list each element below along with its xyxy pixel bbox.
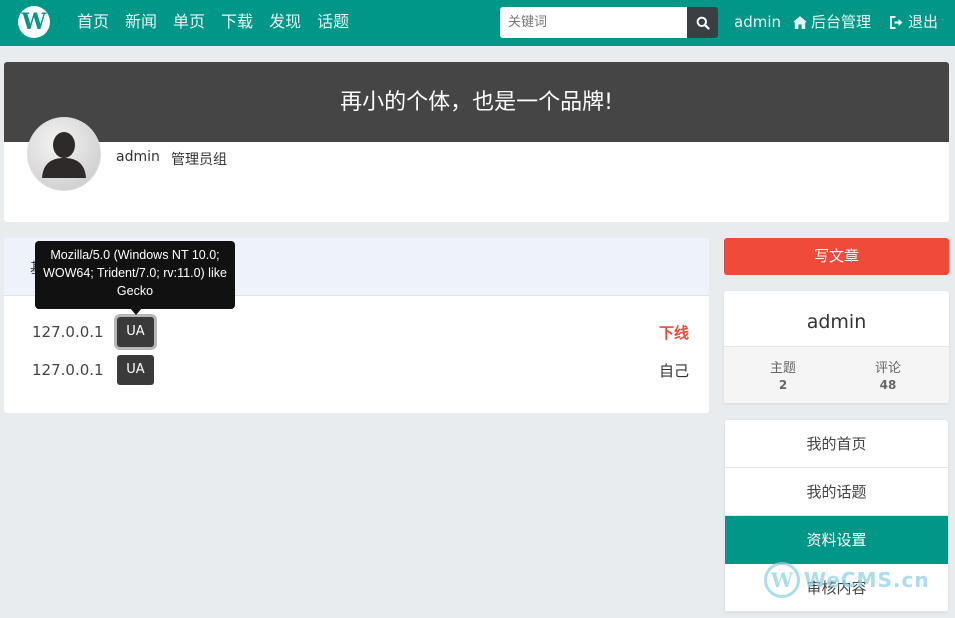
nav-item-home[interactable]: 首页 xyxy=(77,0,109,46)
session-ip: 127.0.0.1 xyxy=(32,361,104,379)
profile-group: 管理员组 xyxy=(171,152,227,168)
watermark-logo: W xyxy=(764,562,800,598)
sign-out-icon xyxy=(890,15,903,29)
session-row: 127.0.0.1 UA 下线 xyxy=(4,317,709,347)
user-stats-card: admin 主题 2 评论 48 xyxy=(724,291,949,403)
card-username[interactable]: admin xyxy=(724,311,949,333)
menu-item-my-topics[interactable]: 我的话题 xyxy=(725,468,948,516)
nav-item-news[interactable]: 新闻 xyxy=(125,0,157,46)
main-nav: 首页 新闻 单页 下载 发现 话题 xyxy=(77,0,349,46)
logout-link[interactable]: 退出 xyxy=(890,0,938,44)
stat-label: 主题 xyxy=(769,361,796,376)
card-stats: 主题 2 评论 48 xyxy=(724,347,949,403)
force-offline-link[interactable]: 下线 xyxy=(659,322,689,343)
banner-slogan: 再小的个体，也是一个品牌! xyxy=(340,90,613,115)
watermark-text: WeCMS.cn xyxy=(804,568,930,592)
menu-item-profile-settings[interactable]: 资料设置 xyxy=(725,516,948,564)
admin-panel-label: 后台管理 xyxy=(811,13,872,31)
watermark: W WeCMS.cn xyxy=(764,562,930,598)
banner-header: 再小的个体，也是一个品牌! xyxy=(4,62,949,142)
current-session-label: 自己 xyxy=(658,362,689,380)
nav-item-download[interactable]: 下载 xyxy=(221,0,253,46)
stat-value: 48 xyxy=(879,378,897,392)
user-agent-button[interactable]: UA xyxy=(117,355,154,385)
site-logo[interactable]: W xyxy=(18,6,50,38)
stat-comments[interactable]: 评论 48 xyxy=(832,357,944,392)
stat-value: 2 xyxy=(778,378,788,392)
tooltip-arrow xyxy=(130,308,142,315)
menu-item-my-home[interactable]: 我的首页 xyxy=(725,420,948,468)
stat-label: 评论 xyxy=(874,361,901,376)
top-username-link[interactable]: admin xyxy=(734,0,781,44)
nav-item-page[interactable]: 单页 xyxy=(173,0,205,46)
search-button[interactable] xyxy=(687,7,718,38)
home-icon xyxy=(793,15,807,29)
search-icon xyxy=(696,16,710,30)
stat-topics[interactable]: 主题 2 xyxy=(727,357,839,392)
write-article-button[interactable]: 写文章 xyxy=(724,238,949,275)
search-box xyxy=(500,7,718,38)
logout-label: 退出 xyxy=(908,13,939,31)
search-input[interactable] xyxy=(500,7,688,38)
user-agent-button[interactable]: UA xyxy=(117,317,154,347)
nav-item-discover[interactable]: 发现 xyxy=(269,0,301,46)
nav-item-topics[interactable]: 话题 xyxy=(317,0,349,46)
profile-banner: 再小的个体，也是一个品牌! admin 管理员组 xyxy=(4,62,949,222)
profile-username: admin xyxy=(116,149,160,165)
default-avatar-icon xyxy=(28,118,100,190)
avatar[interactable] xyxy=(28,118,100,190)
user-agent-tooltip: Mozilla/5.0 (Windows NT 10.0; WOW64; Tri… xyxy=(35,241,235,309)
session-row: 127.0.0.1 UA 自己 xyxy=(4,355,709,385)
admin-panel-link[interactable]: 后台管理 xyxy=(793,0,871,44)
session-ip: 127.0.0.1 xyxy=(32,323,104,341)
top-navbar: W 首页 新闻 单页 下载 发现 话题 admin 后台管理 退出 xyxy=(0,0,955,46)
